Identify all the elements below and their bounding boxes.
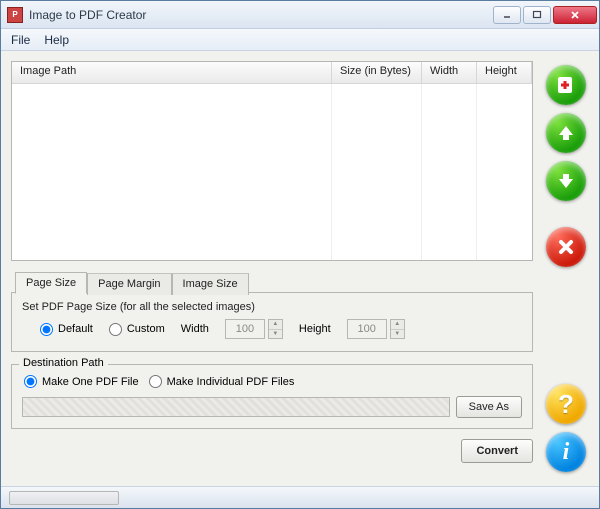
tab-page-size[interactable]: Page Size [15, 272, 87, 294]
col-width[interactable]: Width [422, 62, 477, 83]
radio-one-pdf-label: Make One PDF File [42, 376, 139, 388]
tabs-area: Page Size Page Margin Image Size Set PDF… [11, 271, 533, 352]
radio-one-pdf[interactable]: Make One PDF File [24, 375, 139, 388]
app-icon: P [7, 7, 23, 23]
table-body[interactable] [12, 84, 532, 260]
col-image-path[interactable]: Image Path [12, 62, 332, 83]
progress-bar [9, 491, 119, 505]
help-icon: ? [558, 389, 574, 420]
info-button[interactable]: i [546, 432, 586, 472]
up-arrow-icon [555, 122, 577, 144]
table-header: Image Path Size (in Bytes) Width Height [12, 62, 532, 84]
radio-custom-label: Custom [127, 323, 165, 335]
close-button[interactable] [553, 6, 597, 24]
client-area: Image Path Size (in Bytes) Width Height … [1, 51, 599, 486]
main-panel: Image Path Size (in Bytes) Width Height … [11, 61, 533, 480]
minimize-button[interactable] [493, 6, 521, 24]
height-spinner: ▲▼ [390, 319, 405, 339]
tab-strip: Page Size Page Margin Image Size [15, 271, 533, 293]
width-label: Width [181, 323, 209, 335]
radio-many-pdf[interactable]: Make Individual PDF Files [149, 375, 295, 388]
page-size-panel: Set PDF Page Size (for all the selected … [11, 292, 533, 352]
down-arrow-icon [555, 170, 577, 192]
width-spinner: ▲▼ [268, 319, 283, 339]
col-height[interactable]: Height [477, 62, 532, 83]
window-title: Image to PDF Creator [29, 8, 493, 22]
height-input [347, 319, 387, 339]
maximize-button[interactable] [523, 6, 551, 24]
add-button[interactable] [546, 65, 586, 105]
move-up-button[interactable] [546, 113, 586, 153]
destination-panel: Destination Path Make One PDF File Make … [11, 364, 533, 429]
radio-custom[interactable]: Custom [109, 323, 165, 336]
window-controls [493, 6, 597, 24]
convert-button[interactable]: Convert [461, 439, 533, 463]
delete-button[interactable] [546, 227, 586, 267]
help-button[interactable]: ? [546, 384, 586, 424]
radio-default-input[interactable] [40, 323, 53, 336]
radio-one-pdf-input[interactable] [24, 375, 37, 388]
radio-many-pdf-input[interactable] [149, 375, 162, 388]
app-window: P Image to PDF Creator File Help Image P… [0, 0, 600, 509]
move-down-button[interactable] [546, 161, 586, 201]
menu-help[interactable]: Help [44, 33, 69, 47]
delete-icon [556, 237, 576, 257]
save-as-button[interactable]: Save As [456, 396, 522, 418]
radio-default[interactable]: Default [40, 323, 93, 336]
side-toolbar: ? i [539, 61, 593, 480]
info-icon: i [563, 439, 570, 466]
col-size[interactable]: Size (in Bytes) [332, 62, 422, 83]
radio-default-label: Default [58, 323, 93, 335]
menu-file[interactable]: File [11, 33, 30, 47]
tab-image-size[interactable]: Image Size [172, 273, 249, 295]
tab-page-margin[interactable]: Page Margin [87, 273, 171, 295]
statusbar [1, 486, 599, 508]
image-table: Image Path Size (in Bytes) Width Height [11, 61, 533, 261]
menubar: File Help [1, 29, 599, 51]
width-input [225, 319, 265, 339]
titlebar: P Image to PDF Creator [1, 1, 599, 29]
destination-legend: Destination Path [19, 357, 108, 369]
radio-custom-input[interactable] [109, 323, 122, 336]
radio-many-pdf-label: Make Individual PDF Files [167, 376, 295, 388]
add-icon [554, 73, 578, 97]
page-size-group-label: Set PDF Page Size (for all the selected … [22, 301, 522, 313]
destination-path-field [22, 397, 450, 417]
height-label: Height [299, 323, 331, 335]
